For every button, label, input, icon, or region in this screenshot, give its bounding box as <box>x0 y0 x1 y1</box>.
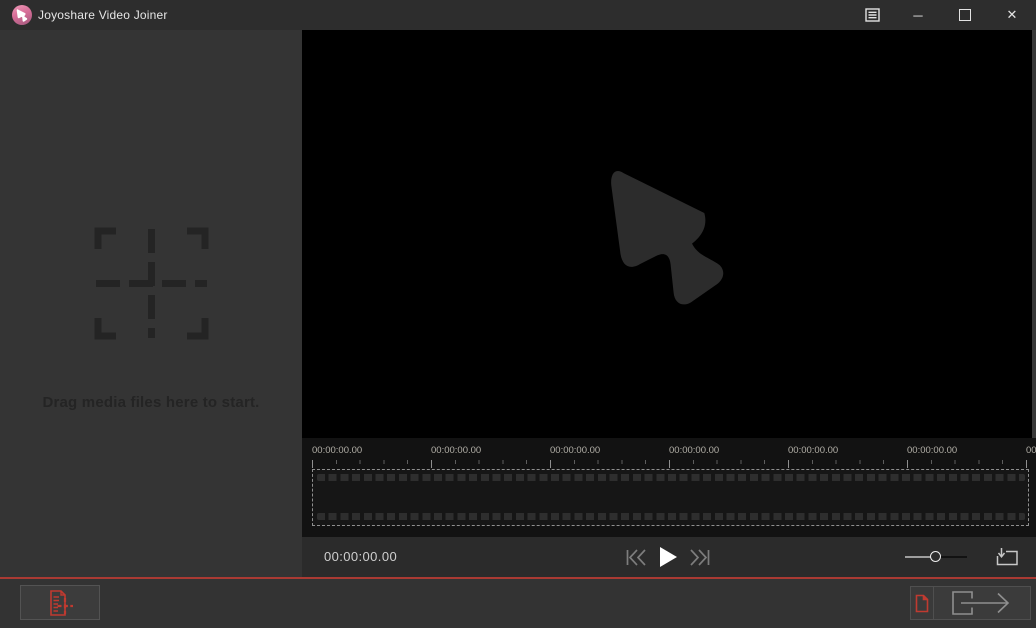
preview-zoom-slider[interactable] <box>905 549 967 565</box>
ruler-timestamp: 00:00:00.00 <box>431 445 481 456</box>
ruler-timestamp: 00:00:00.00 <box>550 445 600 456</box>
maximize-icon <box>959 9 971 21</box>
film-sprockets <box>317 474 1025 481</box>
close-button[interactable]: ✕ <box>992 0 1032 30</box>
watermark-logo-icon <box>610 168 725 312</box>
ruler-timestamp: 00:00:00.00 <box>669 445 719 456</box>
loop-playback-icon[interactable] <box>992 546 1020 568</box>
current-time: 00:00:00.00 <box>324 537 397 577</box>
ruler-major-ticks <box>312 460 1036 468</box>
drop-target-icon <box>94 227 209 345</box>
play-icon[interactable] <box>659 546 678 568</box>
export-button[interactable] <box>934 586 1031 620</box>
ruler-timestamp: 00:00:00.00 <box>1026 445 1036 456</box>
export-arrow-icon <box>951 590 1013 616</box>
drop-hint-text: Drag media files here to start. <box>0 394 302 411</box>
app-window: Joyoshare Video Joiner ─ ✕ <box>0 0 1036 628</box>
maximize-button[interactable] <box>945 0 985 30</box>
output-format-file-icon <box>915 594 929 613</box>
clip-track[interactable] <box>312 469 1029 526</box>
bottom-toolbar <box>0 579 1036 628</box>
add-media-button[interactable] <box>20 585 100 620</box>
output-format-button[interactable] <box>910 586 934 620</box>
add-media-list-icon <box>45 589 75 617</box>
minimize-button[interactable]: ─ <box>898 0 938 30</box>
timeline: 00:00:00.00 00:00:00.00 00:00:00.00 00:0… <box>302 438 1036 537</box>
ruler-timestamp: 00:00:00.00 <box>907 445 957 456</box>
slider-thumb[interactable] <box>930 551 941 562</box>
app-title: Joyoshare Video Joiner <box>38 0 168 30</box>
video-preview <box>302 30 1036 438</box>
ruler-timestamp: 00:00:00.00 <box>788 445 838 456</box>
film-sprockets <box>317 513 1025 520</box>
app-logo-icon <box>12 5 32 25</box>
menu-icon[interactable] <box>852 0 892 30</box>
skip-to-start-icon[interactable] <box>626 549 647 566</box>
transport-bar: 00:00:00.00 <box>302 537 1036 577</box>
titlebar: Joyoshare Video Joiner ─ ✕ <box>0 0 1036 30</box>
media-drop-zone[interactable]: Drag media files here to start. <box>0 30 302 577</box>
ruler-timestamp: 00:00:00.00 <box>312 445 362 456</box>
skip-to-end-icon[interactable] <box>689 549 710 566</box>
